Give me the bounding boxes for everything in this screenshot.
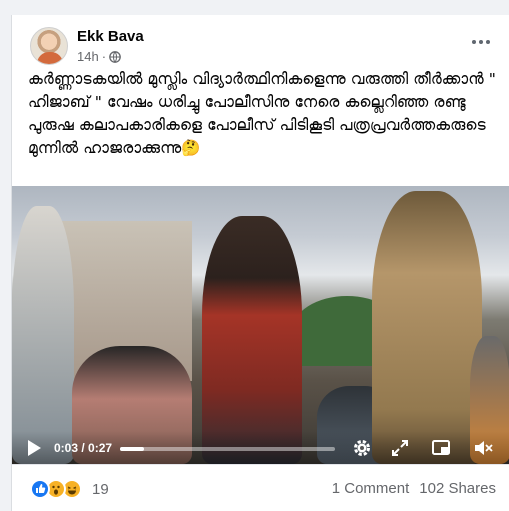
author-name[interactable]: Ekk Bava bbox=[77, 28, 144, 45]
post-card: Ekk Bava 14h · കർണ്ണാടകയിൽ മുസ്ലിം വിദ്യ… bbox=[11, 15, 509, 511]
expand-icon[interactable] bbox=[389, 437, 411, 459]
post-time[interactable]: 14h bbox=[77, 49, 99, 64]
reaction-count: 19 bbox=[92, 480, 109, 498]
more-dot-icon bbox=[479, 40, 483, 44]
video-progress-bar[interactable] bbox=[120, 447, 335, 451]
post-header: Ekk Bava 14h · bbox=[12, 15, 509, 67]
volume-icon[interactable] bbox=[472, 437, 494, 459]
settings-icon[interactable] bbox=[351, 437, 373, 459]
video-frame-person bbox=[372, 191, 482, 464]
video-timecode: 0:03 / 0:27 bbox=[54, 441, 113, 455]
video-controls: 0:03 / 0:27 bbox=[12, 431, 509, 464]
video-frame-person bbox=[202, 216, 302, 464]
play-icon[interactable] bbox=[26, 439, 42, 457]
more-options-button[interactable] bbox=[472, 35, 492, 49]
globe-icon bbox=[109, 50, 121, 63]
author-avatar[interactable] bbox=[30, 27, 68, 65]
video-player[interactable]: 0:03 / 0:27 bbox=[12, 186, 509, 464]
video-frame-person bbox=[12, 206, 74, 464]
meta-separator: · bbox=[101, 49, 107, 64]
more-dot-icon bbox=[472, 40, 476, 44]
shares-link[interactable]: 102 Shares bbox=[419, 480, 496, 497]
post-stats: 1 Comment 102 Shares bbox=[332, 480, 496, 497]
post-message: കർണ്ണാടകയിൽ മുസ്ലിം വിദ്യാർത്ഥിനികളെന്നു… bbox=[28, 70, 497, 157]
comments-link[interactable]: 1 Comment bbox=[332, 480, 410, 497]
video-progress-fill bbox=[120, 447, 144, 451]
post-footer: 19 1 Comment 102 Shares bbox=[12, 464, 509, 511]
pip-icon[interactable] bbox=[430, 437, 452, 459]
like-icon bbox=[30, 479, 50, 499]
more-dot-icon bbox=[486, 40, 490, 44]
post-meta: 14h · bbox=[77, 49, 121, 64]
reactions-summary[interactable]: 19 bbox=[30, 479, 109, 499]
